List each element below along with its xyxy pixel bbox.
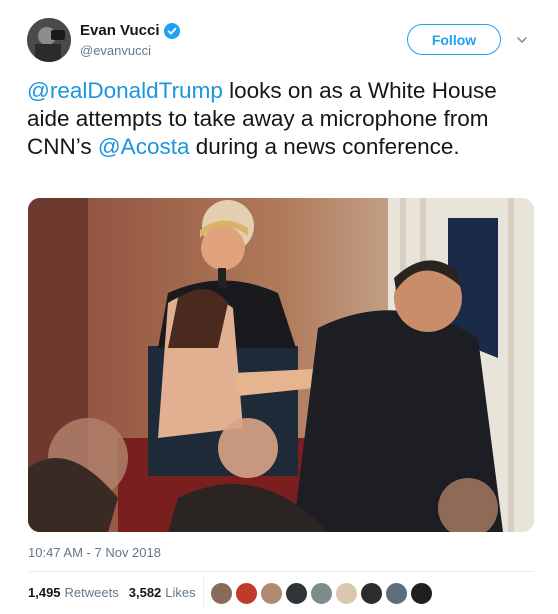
tweet-stats: 1,495 Retweets 3,582 Likes bbox=[28, 585, 202, 600]
liker-avatar[interactable] bbox=[310, 582, 333, 605]
liker-avatar[interactable] bbox=[360, 582, 383, 605]
likes-label[interactable]: Likes bbox=[165, 585, 195, 600]
liker-avatar[interactable] bbox=[285, 582, 308, 605]
mention-link[interactable]: @Acosta bbox=[98, 134, 190, 159]
liker-avatar[interactable] bbox=[385, 582, 408, 605]
author-name[interactable]: Evan Vucci bbox=[80, 22, 159, 39]
liker-avatars bbox=[210, 582, 433, 605]
author-name-row[interactable]: Evan Vucci bbox=[80, 22, 181, 39]
stats-divider bbox=[203, 578, 204, 606]
retweets-count[interactable]: 1,495 bbox=[28, 585, 61, 600]
retweets-label[interactable]: Retweets bbox=[65, 585, 119, 600]
follow-button[interactable]: Follow bbox=[407, 24, 501, 55]
divider bbox=[28, 571, 534, 572]
chevron-down-icon[interactable] bbox=[515, 33, 529, 47]
mention-link[interactable]: @realDonaldTrump bbox=[27, 78, 223, 103]
liker-avatar[interactable] bbox=[235, 582, 258, 605]
avatar-photo bbox=[27, 18, 71, 62]
follow-button-label: Follow bbox=[431, 31, 477, 48]
tweet-text: @realDonaldTrump looks on as a White Hou… bbox=[27, 77, 527, 161]
news-conference-photo bbox=[28, 198, 534, 532]
liker-avatar[interactable] bbox=[335, 582, 358, 605]
likes-count[interactable]: 3,582 bbox=[129, 585, 162, 600]
liker-avatar[interactable] bbox=[410, 582, 433, 605]
author-avatar[interactable] bbox=[27, 18, 71, 62]
tweet-photo[interactable] bbox=[28, 198, 534, 532]
author-handle[interactable]: @evanvucci bbox=[80, 43, 151, 58]
liker-avatar[interactable] bbox=[210, 582, 233, 605]
liker-avatar[interactable] bbox=[260, 582, 283, 605]
tweet-text-segment: during a news conference. bbox=[189, 134, 460, 159]
tweet-timestamp[interactable]: 10:47 AM - 7 Nov 2018 bbox=[28, 545, 161, 560]
verified-badge-icon bbox=[164, 22, 181, 39]
